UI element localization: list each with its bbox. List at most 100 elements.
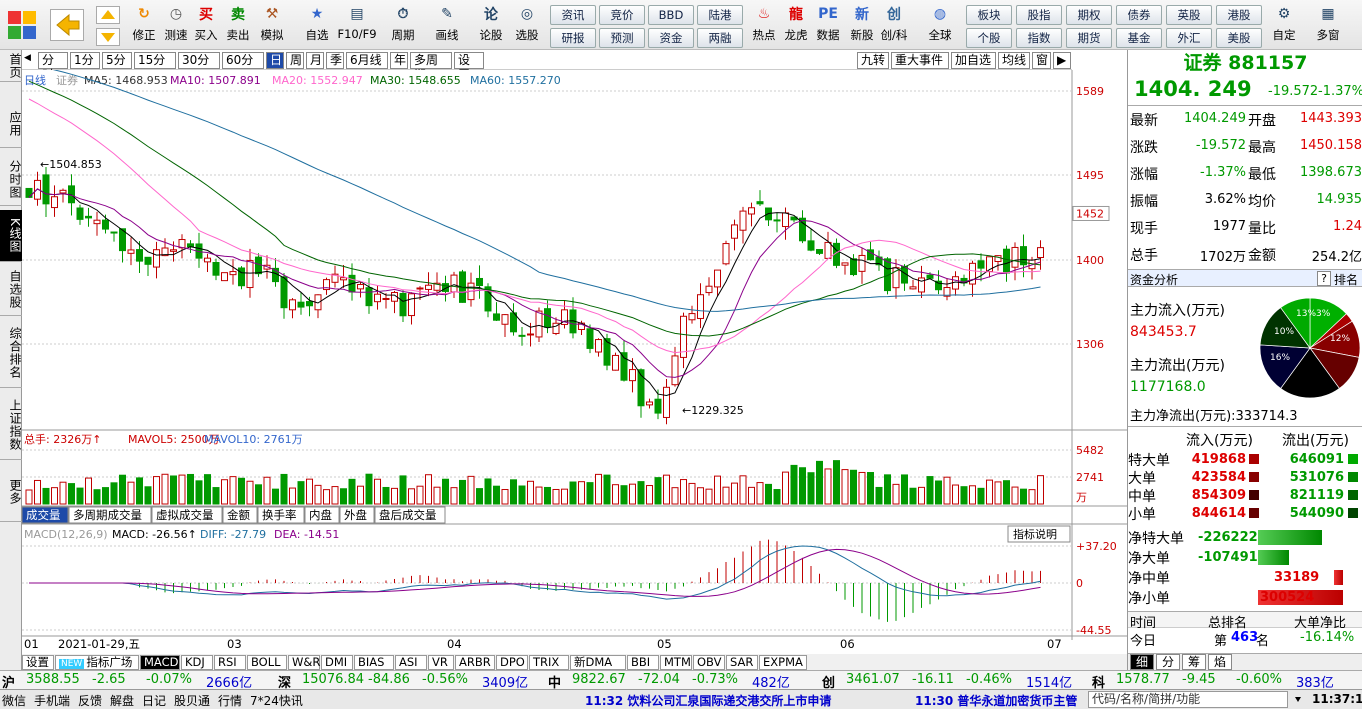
toolbar-multiwin-button[interactable]: ▦ 多窗 (1308, 3, 1348, 47)
collapse-icon[interactable]: ◀ (24, 53, 36, 67)
fund-help-button[interactable]: ? (1317, 271, 1331, 286)
detail-tab[interactable]: 焰 (1208, 654, 1232, 670)
quick-button[interactable]: 预测 (599, 28, 645, 48)
volume-subtab[interactable]: 多周期成交量 (68, 506, 152, 524)
period-tab[interactable]: 60分 (222, 52, 264, 69)
app-logo-icon[interactable] (6, 9, 38, 41)
toolbar-select-button[interactable]: ◎ 选股 (506, 3, 548, 47)
ticker-item[interactable]: 创 3461.07 -16.11 -0.46% 1514亿 (820, 671, 1088, 691)
market-button[interactable]: 指数 (1016, 28, 1062, 48)
kline-chart[interactable]: 15891495145214001306日线 证券 MA5: 1468.953 MA1… (22, 70, 1127, 660)
indicator-tab[interactable]: VR (428, 655, 454, 670)
toolbar-buy-button[interactable]: 买买入 (190, 3, 222, 47)
toolbar-pe-button[interactable]: PE 数据 (810, 3, 846, 47)
detail-tab[interactable]: 细 (1130, 654, 1154, 670)
chart-action-tab[interactable]: 均线 (998, 52, 1030, 69)
period-tab[interactable]: 周 (286, 52, 304, 69)
toolbar-hammer-button[interactable]: ⚒ 模拟 (256, 3, 288, 47)
period-tab[interactable]: 30分 (178, 52, 220, 69)
news-item-2[interactable]: 11:30 普华永道加密货币主管 (915, 692, 1077, 709)
indicator-tab[interactable]: RSI (214, 655, 246, 670)
ticker-item[interactable]: 沪 3588.55 -2.65 -0.07% 2666亿 (0, 671, 268, 691)
indicator-tab[interactable]: BIAS (354, 655, 394, 670)
toolbar-sell-button[interactable]: 卖卖出 (222, 3, 254, 47)
period-tab[interactable]: 1分 (70, 52, 100, 69)
status-link[interactable]: 股贝通 (174, 692, 210, 709)
toolbar-clock-button[interactable]: ◷ 测速 (160, 3, 192, 47)
toolbar-chuang-button[interactable]: 创创/科 (876, 3, 912, 47)
market-button[interactable]: 港股 (1216, 5, 1262, 25)
toolbar-pen-button[interactable]: ✎ 画线 (426, 3, 468, 47)
period-tab[interactable]: 15分 (134, 52, 176, 69)
volume-subtab[interactable]: 内盘 (304, 506, 340, 524)
toolbar-hot-button[interactable]: ♨ 热点 (746, 3, 782, 47)
market-button[interactable]: 期货 (1066, 28, 1112, 48)
indicator-tab[interactable]: DPO (496, 655, 528, 670)
period-tab[interactable]: 多周期 (410, 52, 452, 82)
indicator-tab[interactable]: MTM (660, 655, 692, 670)
volume-subtab[interactable]: 成交量 (22, 506, 69, 524)
period-tab[interactable]: 设置 (454, 52, 484, 82)
period-tab[interactable]: 日 (266, 52, 284, 69)
period-tab[interactable]: 5分 (102, 52, 132, 69)
indicator-tab[interactable]: 新DMA (570, 655, 626, 670)
market-button[interactable]: 基金 (1116, 28, 1162, 48)
ticker-item[interactable]: 深 15076.84 -84.86 -0.56% 3409亿 (276, 671, 544, 691)
status-link[interactable]: 行情 (218, 692, 242, 709)
market-button[interactable]: 英股 (1166, 5, 1212, 25)
chart-action-tab[interactable]: 九转 (857, 52, 889, 69)
period-tab[interactable]: 6月线 (346, 52, 388, 69)
status-link[interactable]: 手机端 (34, 692, 70, 709)
toolbar-globe-button[interactable]: ◍ 全球 (922, 3, 958, 47)
market-button[interactable]: 板块 (966, 5, 1012, 25)
left-nav-item[interactable]: 首页 (0, 50, 22, 82)
status-link[interactable]: 日记 (142, 692, 166, 709)
indicator-tab[interactable]: W&R (288, 655, 320, 670)
status-link[interactable]: 反馈 (78, 692, 102, 709)
status-link[interactable]: 微信 (2, 692, 26, 709)
market-button[interactable]: 股指 (1016, 5, 1062, 25)
down-arrow-button[interactable] (96, 28, 120, 46)
quick-button[interactable]: 资讯 (550, 5, 596, 25)
left-nav-item[interactable]: K线图 (0, 210, 22, 262)
toolbar-refresh-button[interactable]: ↻ 修正 (128, 3, 160, 47)
indicator-tab[interactable]: KDJ (181, 655, 213, 670)
news-item-1[interactable]: 11:32 饮料公司汇泉国际递交港交所上市申请 (585, 692, 831, 709)
menu-arrow-icon[interactable]: ▶ (1053, 52, 1071, 69)
toolbar-star-button[interactable]: ★ 自选 (296, 3, 338, 47)
indicator-explain-button[interactable]: 指标说明 (1007, 525, 1071, 543)
chart-action-tab[interactable]: 加自选 (951, 52, 996, 69)
toolbar-dragon-button[interactable]: 龍龙虎 (778, 3, 814, 47)
volume-subtab[interactable]: 外盘 (339, 506, 375, 524)
indicator-tab[interactable]: DMI (321, 655, 353, 670)
left-nav-item[interactable]: 分时图 (0, 154, 22, 206)
left-nav-item[interactable]: 综合排名 (0, 318, 22, 388)
market-button[interactable]: 个股 (966, 28, 1012, 48)
period-tab[interactable]: 年 (390, 52, 408, 69)
indicator-tab[interactable]: BOLL (247, 655, 287, 670)
ticker-item[interactable]: 中 9822.67 -72.04 -0.73% 482亿 (546, 671, 814, 691)
indicator-tab[interactable]: SAR (726, 655, 758, 670)
market-button[interactable]: 美股 (1216, 28, 1262, 48)
ticker-item[interactable]: 科 1578.77 -9.45 -0.60% 383亿 (1090, 671, 1358, 691)
back-button[interactable] (50, 9, 84, 41)
indicator-tab[interactable]: EXPMA (759, 655, 807, 670)
left-nav-item[interactable]: 上证指数 (0, 390, 22, 460)
search-input[interactable]: 代码/名称/简拼/功能 (1088, 691, 1288, 708)
market-button[interactable]: 外汇 (1166, 28, 1212, 48)
indicator-tab[interactable]: BBI (627, 655, 659, 670)
chart-action-tab[interactable]: 重大事件 (891, 52, 949, 69)
quick-button[interactable]: 研报 (550, 28, 596, 48)
status-link[interactable]: 7*24快讯 (250, 692, 303, 709)
market-button[interactable]: 债券 (1116, 5, 1162, 25)
detail-tab[interactable]: 分 (1156, 654, 1180, 670)
volume-subtab[interactable]: 虚拟成交量 (151, 506, 223, 524)
fund-rank-button[interactable]: 排名 (1334, 271, 1358, 288)
quick-button[interactable]: 资金 (648, 28, 694, 48)
period-tab[interactable]: 分时 (38, 52, 68, 82)
market-button[interactable]: 期权 (1066, 5, 1112, 25)
toolbar-custom-button[interactable]: ⚙ 自定 (1264, 3, 1304, 47)
search-icon[interactable] (1292, 691, 1304, 708)
up-arrow-button[interactable] (96, 6, 120, 24)
toolbar-new-button[interactable]: 新新股 (844, 3, 880, 47)
